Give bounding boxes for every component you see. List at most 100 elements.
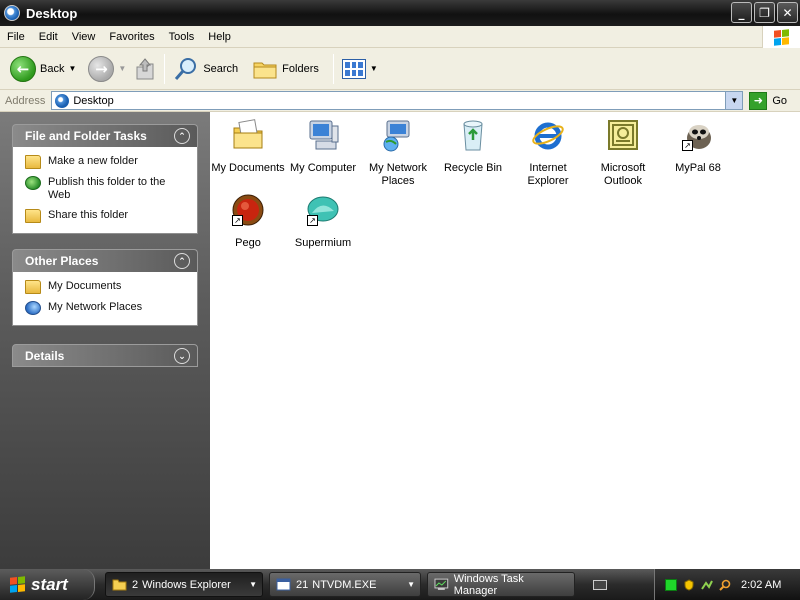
address-label: Address [5,94,46,107]
details-panel: Details ⌄ [12,344,198,367]
task-group-dropdown-icon[interactable]: ▼ [407,580,415,589]
back-history-dropdown-icon[interactable]: ▼ [68,64,76,73]
desktop-item-label: Internet Explorer [527,162,569,187]
menu-file[interactable]: File [0,31,32,43]
desktop-item-label: My Network Places [368,162,428,187]
details-header[interactable]: Details ⌄ [12,344,198,367]
toolbar-separator [164,53,166,84]
address-value[interactable]: Desktop [73,95,113,107]
task-count: 2 [132,578,139,591]
task-publish-to-web[interactable]: Publish this folder to the Web [25,176,187,202]
desktop-item-my-computer[interactable]: My Computer [285,118,361,175]
go-arrow-icon: ➜ [749,91,768,110]
desktop-item-my-network-places[interactable]: My Network Places [360,118,436,188]
system-tray: 2:02 AM [654,569,800,600]
place-label: My Documents [48,280,122,292]
search-label: Search [203,62,239,75]
back-button[interactable]: ← Back ▼ [6,52,80,86]
task-make-new-folder[interactable]: Make a new folder [25,155,187,169]
collapse-chevron-icon[interactable]: ⌃ [174,253,190,269]
start-button[interactable]: start [0,569,95,600]
title-bar: Desktop _ ❐ ✕ [0,0,800,26]
up-button[interactable] [130,52,160,86]
shortcut-arrow-icon: ↗ [307,215,318,226]
minimize-button[interactable]: _ [731,2,752,23]
taskbar-ntvdm[interactable]: 21 NTVDM.EXE ▼ [269,572,421,597]
address-bar: Address Desktop ▼ ➜ Go [0,90,800,112]
close-button[interactable]: ✕ [777,2,798,23]
restore-button[interactable]: ❐ [754,2,775,23]
security-shield-icon[interactable] [683,578,695,591]
other-places-title: Other Places [25,254,99,268]
search-tray-icon[interactable] [719,579,731,591]
desktop-item-label: Microsoft Outlook [600,162,646,187]
back-label: Back [40,62,65,75]
green-status-icon[interactable] [665,578,677,591]
forward-button[interactable]: → ▼ [84,52,130,86]
go-button[interactable]: ➜ Go [749,91,788,110]
views-dropdown-icon[interactable]: ▼ [370,64,378,73]
search-icon [175,57,197,80]
file-folder-tasks-title: File and Folder Tasks [25,129,147,143]
expand-chevron-icon[interactable]: ⌄ [174,348,190,364]
address-dropdown-icon[interactable]: ▼ [725,92,743,109]
desktop-item-label: Recycle Bin [443,162,503,174]
desktop-item-recycle-bin[interactable]: Recycle Bin [435,118,511,175]
folders-button[interactable]: Folders [248,52,323,86]
desktop-item-mypal-68[interactable]: ↗ MyPal 68 [660,118,736,175]
back-arrow-icon: ← [10,55,36,82]
desktop-item-supermium[interactable]: ↗ Supermium [285,193,361,250]
file-folder-tasks-header[interactable]: File and Folder Tasks ⌃ [12,124,198,147]
folder-content-area[interactable]: My Documents My Computer My Network Plac… [210,112,800,569]
recycle-bin-icon [463,120,483,151]
window-title: Desktop [26,5,78,21]
folders-label: Folders [282,62,319,75]
publish-web-icon [25,176,41,190]
collapse-chevron-icon[interactable]: ⌃ [174,128,190,144]
place-my-network-places[interactable]: My Network Places [25,301,187,315]
desktop-item-label: Supermium [294,237,352,249]
other-places-panel: Other Places ⌃ My Documents My Network P… [12,249,198,326]
address-field[interactable]: Desktop ▼ [51,91,744,110]
menu-help[interactable]: Help [201,31,238,43]
language-bar-icon[interactable] [593,579,607,590]
desktop-item-pego[interactable]: ↗ Pego [210,193,286,250]
desktop-item-internet-explorer[interactable]: Internet Explorer [510,118,586,188]
desktop-item-label: My Documents [211,162,285,174]
go-label: Go [772,94,788,107]
system-clock[interactable]: 2:02 AM [741,579,781,591]
my-documents-icon [233,119,263,149]
shortcut-arrow-icon: ↗ [682,140,693,151]
windows-flag-icon [10,576,25,593]
taskbar-windows-explorer[interactable]: 2 Windows Explorer ▼ [105,572,263,597]
forward-arrow-icon: → [88,55,115,82]
dos-window-icon [276,578,291,591]
search-button[interactable]: Search [169,52,242,86]
task-label: Make a new folder [48,155,138,167]
desktop-item-label: My Computer [289,162,357,174]
place-label: My Network Places [48,301,143,313]
forward-history-dropdown-icon[interactable]: ▼ [118,64,126,73]
explorer-window-icon[interactable] [4,5,20,21]
toolbar-separator [332,53,334,84]
other-places-header[interactable]: Other Places ⌃ [12,249,198,272]
menu-favorites[interactable]: Favorites [102,31,161,43]
place-my-documents[interactable]: My Documents [25,280,187,294]
taskbar-task-manager[interactable]: Windows Task Manager [427,572,575,597]
desktop-item-my-documents[interactable]: My Documents [210,118,286,175]
internet-explorer-icon [532,122,564,150]
task-manager-icon [434,578,449,590]
folder-icon [112,579,127,591]
desktop-item-microsoft-outlook[interactable]: Microsoft Outlook [585,118,661,188]
menu-tools[interactable]: Tools [162,31,202,43]
menu-edit[interactable]: Edit [32,31,65,43]
task-group-dropdown-icon[interactable]: ▼ [249,580,257,589]
file-folder-tasks-list: Make a new folder Publish this folder to… [12,147,198,234]
desktop-location-icon [55,93,70,108]
network-tray-icon[interactable] [701,579,713,591]
menu-view[interactable]: View [65,31,103,43]
task-share-folder[interactable]: Share this folder [25,209,187,223]
task-pane: File and Folder Tasks ⌃ Make a new folde… [0,112,210,569]
shortcut-arrow-icon: ↗ [232,215,243,226]
views-button[interactable]: ▼ [338,52,382,86]
